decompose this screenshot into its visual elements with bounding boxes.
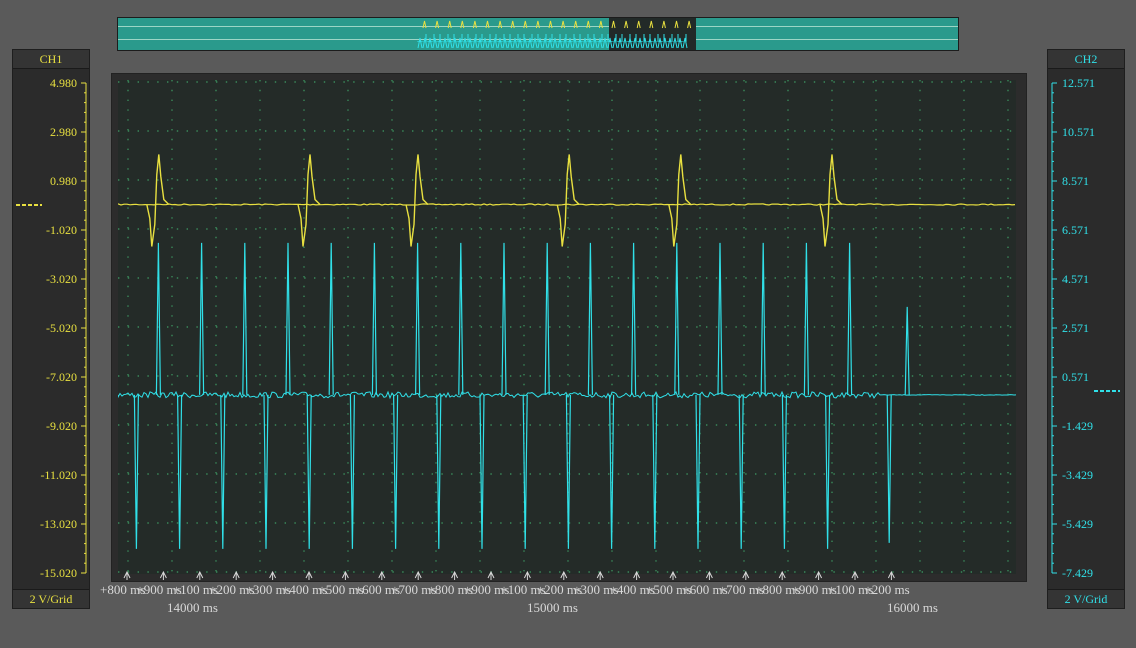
- ch2-spike-down: [177, 394, 183, 549]
- ch1-tick-label: -15.020: [40, 566, 77, 580]
- ch1-spike: [668, 154, 692, 247]
- overview-traces: [417, 20, 692, 49]
- ch2-tick-label: -3.429: [1062, 468, 1093, 482]
- ch2-spike-down: [565, 394, 571, 549]
- ch1-tick-label: -7.020: [46, 370, 77, 384]
- ch2-offset-marker[interactable]: [1094, 386, 1124, 396]
- ch2-spike-down: [263, 394, 269, 549]
- ch2-spike-down: [886, 394, 892, 543]
- ch1-spike: [297, 154, 321, 247]
- ch1-tick-label: -5.020: [46, 321, 77, 335]
- ch2-spike-down: [349, 394, 355, 549]
- ch1-tick-label: 2.980: [50, 125, 77, 139]
- ch2-spike-down: [393, 394, 399, 549]
- ch2-scale[interactable]: 2 V/Grid: [1048, 589, 1124, 608]
- ch2-spike-up: [674, 242, 680, 395]
- ch2-spike-up: [904, 306, 910, 395]
- ch2-spike-up: [631, 242, 637, 395]
- ch2-tick-label: 2.571: [1062, 321, 1089, 335]
- ch1-spike: [556, 154, 580, 247]
- ch2-spike-up: [717, 242, 723, 395]
- ch1-spike: [146, 154, 170, 247]
- ch2-tick-label: 8.571: [1062, 174, 1089, 188]
- x-major-label: 15000 ms: [527, 600, 578, 615]
- ch2-tick-label: 0.571: [1062, 370, 1089, 384]
- ch2-spike-down: [220, 394, 226, 549]
- ch1-tick-label: 0.980: [50, 174, 77, 188]
- ch2-spike-up: [285, 242, 291, 395]
- ch2-spike-up: [371, 242, 377, 395]
- ch2-tick-label: 12.571: [1062, 76, 1095, 90]
- x-major-label: 16000 ms: [887, 600, 938, 615]
- ch2-spike-up: [242, 242, 248, 395]
- ch2-spike-up: [847, 242, 853, 395]
- ch2-spike-up: [458, 242, 464, 395]
- ch2-tick-label: -5.429: [1062, 517, 1093, 531]
- ch1-axis-panel[interactable]: CH1 4.980 2.980 0.980 -1.020 -3.020 -5.020 -7.…: [12, 49, 90, 609]
- waveform-canvas[interactable]: [118, 80, 1016, 574]
- ch1-tick-label: -9.020: [46, 419, 77, 433]
- ch2-spike-down: [825, 394, 831, 549]
- ch2-spike-down: [695, 394, 701, 549]
- ch2-spike-up: [328, 242, 334, 395]
- ch2-tick-label: 6.571: [1062, 223, 1089, 237]
- ch1-tick-label: 4.980: [50, 76, 77, 90]
- ch2-spike-down: [479, 394, 485, 549]
- ch1-tick-label: -1.020: [46, 223, 77, 237]
- ch2-tick-label: 4.571: [1062, 272, 1089, 286]
- ch2-spike-up: [760, 242, 766, 395]
- ch2-spike-up: [587, 242, 593, 395]
- ch2-spike-up: [544, 242, 550, 395]
- ch2-spike-up: [415, 242, 421, 395]
- ch2-spike-up: [501, 242, 507, 395]
- ch2-spike-down: [306, 394, 312, 549]
- ch1-tick-label: -11.020: [40, 468, 77, 482]
- ch2-tick-label: -1.429: [1062, 419, 1093, 433]
- ch1-title[interactable]: CH1: [13, 50, 89, 69]
- ch1-tick-label: -3.020: [46, 272, 77, 286]
- ch2-spike-down: [738, 394, 744, 549]
- overview-strip[interactable]: [117, 17, 959, 51]
- ch2-spike-down: [133, 394, 139, 549]
- ch2-spike-up: [155, 242, 161, 395]
- ch2-spike-up: [803, 242, 809, 395]
- ch2-spike-down: [609, 394, 615, 549]
- waveform-plot[interactable]: [118, 80, 1016, 574]
- ch2-title[interactable]: CH2: [1048, 50, 1124, 69]
- ch2-tick-label: -7.429: [1062, 566, 1093, 580]
- ch1-tick-label: -13.020: [40, 517, 77, 531]
- ch2-spike-up: [199, 242, 205, 395]
- ch1-scale[interactable]: 2 V/Grid: [13, 589, 89, 608]
- ch2-spike-down: [781, 394, 787, 549]
- ch2-spike-down: [652, 394, 658, 549]
- ch2-tick-label: 10.571: [1062, 125, 1095, 139]
- x-minor-label: +200 ms: [864, 582, 910, 597]
- plot-grid: [118, 80, 1016, 574]
- ch2-axis-panel[interactable]: CH2 12.571 10.571 8.571 6.571 4.571 2.571 0.57…: [1047, 49, 1125, 609]
- ch1-offset-marker[interactable]: [16, 200, 46, 210]
- ch2-spike-down: [436, 394, 442, 549]
- ch1-spike: [819, 154, 843, 247]
- ch2-spike-down: [522, 394, 528, 549]
- x-major-label: 14000 ms: [167, 600, 218, 615]
- ch1-spike: [405, 154, 429, 247]
